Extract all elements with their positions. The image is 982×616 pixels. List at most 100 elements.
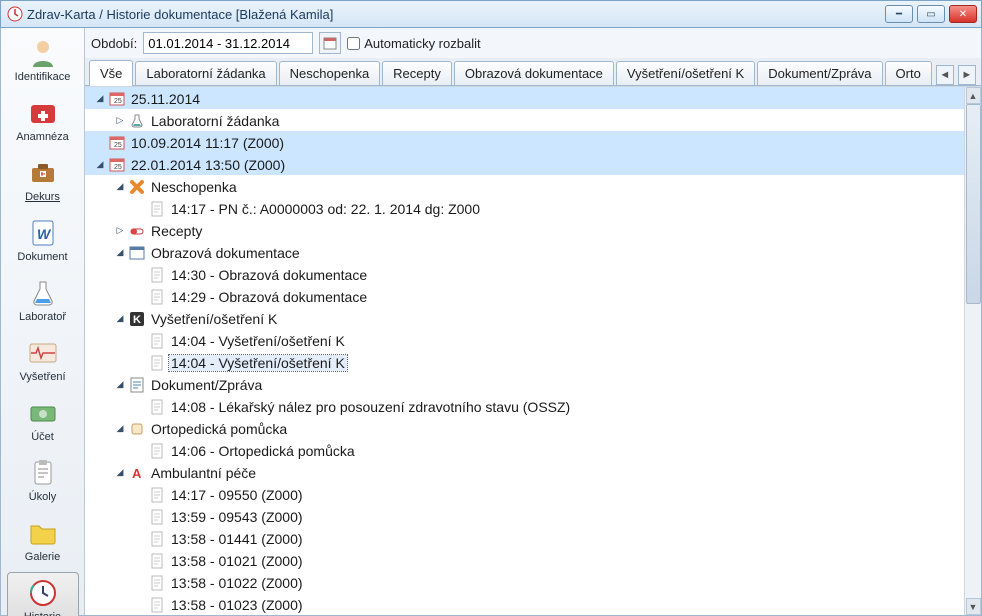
- expander-closed-icon[interactable]: ▷: [113, 224, 127, 238]
- expander-open-icon[interactable]: ◢: [113, 378, 127, 392]
- tree-row[interactable]: 13:58 - 01021 (Z000): [85, 549, 964, 571]
- sidebar-item-laborator[interactable]: Laboratoř: [7, 272, 79, 330]
- tree-row[interactable]: 14:04 - Vyšetření/ošetření K: [85, 329, 964, 351]
- sidebar-item-dekurs[interactable]: Dekurs: [7, 152, 79, 210]
- tree-row[interactable]: 13:58 - 01441 (Z000): [85, 527, 964, 549]
- tree-row[interactable]: ◢2525.11.2014: [85, 87, 964, 109]
- tree-row-label: Ortopedická pomůcka: [149, 421, 289, 437]
- period-input[interactable]: [143, 32, 313, 54]
- sidebar-item-label: Úkoly: [29, 491, 57, 503]
- tree-row[interactable]: 14:04 - Vyšetření/ošetření K: [85, 351, 964, 373]
- tree-row[interactable]: 2510.09.2014 11:17 (Z000): [85, 131, 964, 153]
- sidebar-item-identifikace[interactable]: Identifikace: [7, 32, 79, 90]
- calendar-icon: 25: [109, 157, 125, 173]
- sidebar-item-historie[interactable]: Historie: [7, 572, 79, 616]
- close-button[interactable]: ✕: [949, 5, 977, 23]
- sidebar-item-galerie[interactable]: Galerie: [7, 512, 79, 570]
- tree-row[interactable]: ◢ Dokument/Zpráva: [85, 373, 964, 395]
- vertical-scrollbar[interactable]: ▲ ▼: [964, 87, 981, 615]
- report-icon: [129, 377, 145, 393]
- calendar-button[interactable]: [319, 32, 341, 54]
- tree-row[interactable]: ◢ Obrazová dokumentace: [85, 241, 964, 263]
- sidebar: Identifikace Anamnéza Dekurs W Dokument …: [1, 28, 85, 615]
- clipboard-icon: [27, 457, 59, 489]
- tab-recepty[interactable]: Recepty: [382, 61, 452, 85]
- x-orange-icon: [129, 179, 145, 195]
- tab-neschopenka[interactable]: Neschopenka: [279, 61, 381, 85]
- sidebar-item-anamneza[interactable]: Anamnéza: [7, 92, 79, 150]
- tabs-scroll-right[interactable]: ►: [958, 65, 976, 85]
- svg-text:A: A: [132, 466, 142, 481]
- tree-row-label: 14:30 - Obrazová dokumentace: [169, 267, 369, 283]
- expander-open-icon[interactable]: ◢: [113, 466, 127, 480]
- image-icon: [129, 245, 145, 261]
- scroll-track[interactable]: [966, 104, 981, 598]
- expander-none: [133, 554, 147, 568]
- expander-open-icon[interactable]: ◢: [113, 422, 127, 436]
- tree-row[interactable]: ◢Neschopenka: [85, 175, 964, 197]
- sidebar-item-vysetreni[interactable]: Vyšetření: [7, 332, 79, 390]
- expander-open-icon[interactable]: ◢: [113, 312, 127, 326]
- tree-row[interactable]: ◢KVyšetření/ošetření K: [85, 307, 964, 329]
- tree-row-label: Dokument/Zpráva: [149, 377, 264, 393]
- money-icon: [27, 397, 59, 429]
- tab-orto[interactable]: Orto: [885, 61, 932, 85]
- tree-row[interactable]: 14:08 - Lékařský nález pro posouzení zdr…: [85, 395, 964, 417]
- tabs-scroll-left[interactable]: ◄: [936, 65, 954, 85]
- expander-open-icon[interactable]: ◢: [113, 246, 127, 260]
- tree-row-label: 22.01.2014 13:50 (Z000): [129, 157, 287, 173]
- expander-open-icon[interactable]: ◢: [93, 158, 107, 172]
- tree-row[interactable]: 14:17 - PN č.: A0000003 od: 22. 1. 2014 …: [85, 197, 964, 219]
- sidebar-item-label: Dekurs: [25, 191, 60, 203]
- tree-view[interactable]: ◢2525.11.2014▷Laboratorní žádanka2510.09…: [85, 87, 964, 615]
- tree-row[interactable]: 14:06 - Ortopedická pomůcka: [85, 439, 964, 461]
- maximize-button[interactable]: ▭: [917, 5, 945, 23]
- doc-icon: [149, 443, 165, 459]
- expander-open-icon[interactable]: ◢: [113, 180, 127, 194]
- tree-row[interactable]: ◢AAmbulantní péče: [85, 461, 964, 483]
- tree-row[interactable]: 13:59 - 09543 (Z000): [85, 505, 964, 527]
- svg-text:25: 25: [114, 142, 122, 149]
- tree-row[interactable]: 14:17 - 09550 (Z000): [85, 483, 964, 505]
- tree-row[interactable]: 13:58 - 01022 (Z000): [85, 571, 964, 593]
- tree-row-label: 14:29 - Obrazová dokumentace: [169, 289, 369, 305]
- scroll-down-arrow[interactable]: ▼: [966, 598, 981, 615]
- a-red-icon: A: [129, 465, 145, 481]
- tree-row[interactable]: 14:29 - Obrazová dokumentace: [85, 285, 964, 307]
- tree-row[interactable]: ◢2522.01.2014 13:50 (Z000): [85, 153, 964, 175]
- tree-row-label: 14:04 - Vyšetření/ošetření K: [169, 355, 347, 371]
- tab-label: Neschopenka: [290, 66, 370, 81]
- tab-dokument-zprava[interactable]: Dokument/Zpráva: [757, 61, 882, 85]
- tree-row[interactable]: 13:58 - 01023 (Z000): [85, 593, 964, 615]
- tab-label: Laboratorní žádanka: [146, 66, 265, 81]
- tab-label: Orto: [896, 66, 921, 81]
- tree-row[interactable]: ▷Recepty: [85, 219, 964, 241]
- expander-none: [133, 532, 147, 546]
- expander-open-icon[interactable]: ◢: [93, 92, 107, 106]
- doc-icon: [149, 201, 165, 217]
- sidebar-item-dokument[interactable]: W Dokument: [7, 212, 79, 270]
- sidebar-item-ucet[interactable]: Účet: [7, 392, 79, 450]
- sidebar-item-ukoly[interactable]: Úkoly: [7, 452, 79, 510]
- tab-lab-zadanka[interactable]: Laboratorní žádanka: [135, 61, 276, 85]
- calendar-icon: 25: [109, 91, 125, 107]
- tree-row[interactable]: 14:30 - Obrazová dokumentace: [85, 263, 964, 285]
- tab-vysetreni-k[interactable]: Vyšetření/ošetření K: [616, 61, 755, 85]
- doc-icon: [149, 509, 165, 525]
- scroll-thumb[interactable]: [966, 104, 981, 304]
- tab-obrazova[interactable]: Obrazová dokumentace: [454, 61, 614, 85]
- scroll-up-arrow[interactable]: ▲: [966, 87, 981, 104]
- expander-none: [93, 136, 107, 150]
- tab-vse[interactable]: Vše: [89, 60, 133, 86]
- expander-closed-icon[interactable]: ▷: [113, 114, 127, 128]
- minimize-button[interactable]: ━: [885, 5, 913, 23]
- tree-row-label: Obrazová dokumentace: [149, 245, 302, 261]
- expander-none: [133, 334, 147, 348]
- tree-row[interactable]: ▷Laboratorní žádanka: [85, 109, 964, 131]
- tree-row-label: 13:59 - 09543 (Z000): [169, 509, 305, 525]
- briefcase-icon: [27, 157, 59, 189]
- auto-expand-input[interactable]: [347, 37, 360, 50]
- doc-icon: [149, 553, 165, 569]
- auto-expand-checkbox[interactable]: Automaticky rozbalit: [347, 36, 480, 51]
- tree-row[interactable]: ◢ Ortopedická pomůcka: [85, 417, 964, 439]
